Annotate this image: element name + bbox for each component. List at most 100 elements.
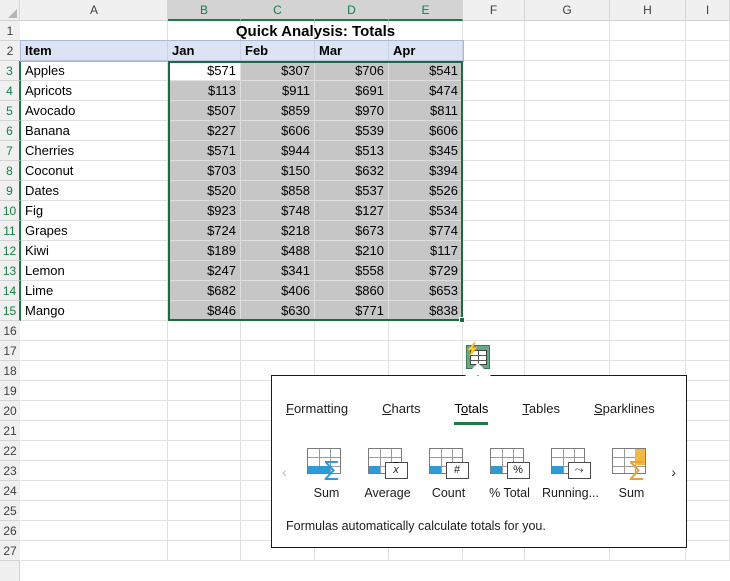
cell-B5[interactable]: $507: [168, 101, 241, 121]
cell-G5[interactable]: [525, 101, 610, 121]
cell-item-mango[interactable]: Mango: [21, 301, 168, 321]
cell-I5[interactable]: [686, 101, 730, 121]
cell-A21[interactable]: [21, 421, 168, 441]
cell-H11[interactable]: [610, 221, 686, 241]
cell-B18[interactable]: [168, 361, 241, 381]
cell-B3[interactable]: $571: [168, 61, 241, 81]
cell-F12[interactable]: [463, 241, 525, 261]
row-header-22[interactable]: 22: [0, 441, 20, 461]
cell-C15[interactable]: $630: [241, 301, 315, 321]
cell-B26[interactable]: [168, 521, 241, 541]
cell-D8[interactable]: $632: [315, 161, 389, 181]
row-header-26[interactable]: 26: [0, 521, 20, 541]
cell-I9[interactable]: [686, 181, 730, 201]
quick-analysis-item-sum[interactable]: ∑ Sum: [601, 448, 662, 500]
tab-sparklines[interactable]: Sparklines: [594, 399, 669, 418]
cell-C6[interactable]: $606: [241, 121, 315, 141]
column-header-E[interactable]: E: [389, 0, 463, 21]
cell-A16[interactable]: [21, 321, 168, 341]
cell-E6[interactable]: $606: [389, 121, 463, 141]
cell-C13[interactable]: $341: [241, 261, 315, 281]
cell-G7[interactable]: [525, 141, 610, 161]
cell-D10[interactable]: $127: [315, 201, 389, 221]
cell-H2[interactable]: [610, 41, 686, 61]
cell-H14[interactable]: [610, 281, 686, 301]
cell-G8[interactable]: [525, 161, 610, 181]
cell-B16[interactable]: [168, 321, 241, 341]
cell-H12[interactable]: [610, 241, 686, 261]
cell-item-coconut[interactable]: Coconut: [21, 161, 168, 181]
cell-F3[interactable]: [463, 61, 525, 81]
cell-B19[interactable]: [168, 381, 241, 401]
cell-H1[interactable]: [610, 21, 686, 41]
cell-H5[interactable]: [610, 101, 686, 121]
cell-I11[interactable]: [686, 221, 730, 241]
cell-A18[interactable]: [21, 361, 168, 381]
tab-tables[interactable]: Tables: [522, 399, 574, 418]
cell-F7[interactable]: [463, 141, 525, 161]
cell-D6[interactable]: $539: [315, 121, 389, 141]
cell-F13[interactable]: [463, 261, 525, 281]
tab-formatting[interactable]: Formatting: [286, 399, 362, 418]
table-header-jan[interactable]: Jan: [168, 41, 241, 61]
cell-I19[interactable]: [686, 381, 730, 401]
cell-item-apricots[interactable]: Apricots: [21, 81, 168, 101]
cell-I24[interactable]: [686, 481, 730, 501]
cell-A26[interactable]: [21, 521, 168, 541]
table-header-mar[interactable]: Mar: [315, 41, 389, 61]
select-all-corner[interactable]: [0, 0, 20, 20]
cell-item-banana[interactable]: Banana: [21, 121, 168, 141]
row-header-11[interactable]: 11: [0, 221, 21, 241]
cell-F14[interactable]: [463, 281, 525, 301]
cell-F1[interactable]: [463, 21, 525, 41]
row-header-1[interactable]: 1: [0, 21, 20, 41]
row-header-15[interactable]: 15: [0, 301, 21, 321]
cell-C3[interactable]: $307: [241, 61, 315, 81]
cell-E8[interactable]: $394: [389, 161, 463, 181]
cell-H6[interactable]: [610, 121, 686, 141]
cell-B20[interactable]: [168, 401, 241, 421]
cell-B22[interactable]: [168, 441, 241, 461]
cell-E13[interactable]: $729: [389, 261, 463, 281]
row-header-24[interactable]: 24: [0, 481, 20, 501]
cell-H16[interactable]: [610, 321, 686, 341]
cell-H4[interactable]: [610, 81, 686, 101]
cell-G4[interactable]: [525, 81, 610, 101]
row-header-9[interactable]: 9: [0, 181, 21, 201]
cell-B14[interactable]: $682: [168, 281, 241, 301]
cell-C9[interactable]: $858: [241, 181, 315, 201]
cell-D5[interactable]: $970: [315, 101, 389, 121]
cell-B15[interactable]: $846: [168, 301, 241, 321]
cell-A25[interactable]: [21, 501, 168, 521]
cell-I2[interactable]: [686, 41, 730, 61]
cell-G16[interactable]: [525, 321, 610, 341]
cell-F10[interactable]: [463, 201, 525, 221]
cell-E11[interactable]: $774: [389, 221, 463, 241]
column-header-A[interactable]: A: [21, 0, 168, 20]
cell-E4[interactable]: $474: [389, 81, 463, 101]
row-header-8[interactable]: 8: [0, 161, 21, 181]
cell-I17[interactable]: [686, 341, 730, 361]
cell-A20[interactable]: [21, 401, 168, 421]
row-header-6[interactable]: 6: [0, 121, 21, 141]
fill-handle[interactable]: [459, 317, 465, 323]
cell-I20[interactable]: [686, 401, 730, 421]
cell-D11[interactable]: $673: [315, 221, 389, 241]
row-header-19[interactable]: 19: [0, 381, 20, 401]
cell-G11[interactable]: [525, 221, 610, 241]
cell-F4[interactable]: [463, 81, 525, 101]
row-header-3[interactable]: 3: [0, 61, 21, 81]
column-header-H[interactable]: H: [610, 0, 686, 20]
cell-H17[interactable]: [610, 341, 686, 361]
cell-B27[interactable]: [168, 541, 241, 561]
cell-B7[interactable]: $571: [168, 141, 241, 161]
cell-G10[interactable]: [525, 201, 610, 221]
cell-G13[interactable]: [525, 261, 610, 281]
cell-E17[interactable]: [389, 341, 463, 361]
cell-E9[interactable]: $526: [389, 181, 463, 201]
cell-C11[interactable]: $218: [241, 221, 315, 241]
cell-I22[interactable]: [686, 441, 730, 461]
cell-H13[interactable]: [610, 261, 686, 281]
cell-B17[interactable]: [168, 341, 241, 361]
cell-A24[interactable]: [21, 481, 168, 501]
